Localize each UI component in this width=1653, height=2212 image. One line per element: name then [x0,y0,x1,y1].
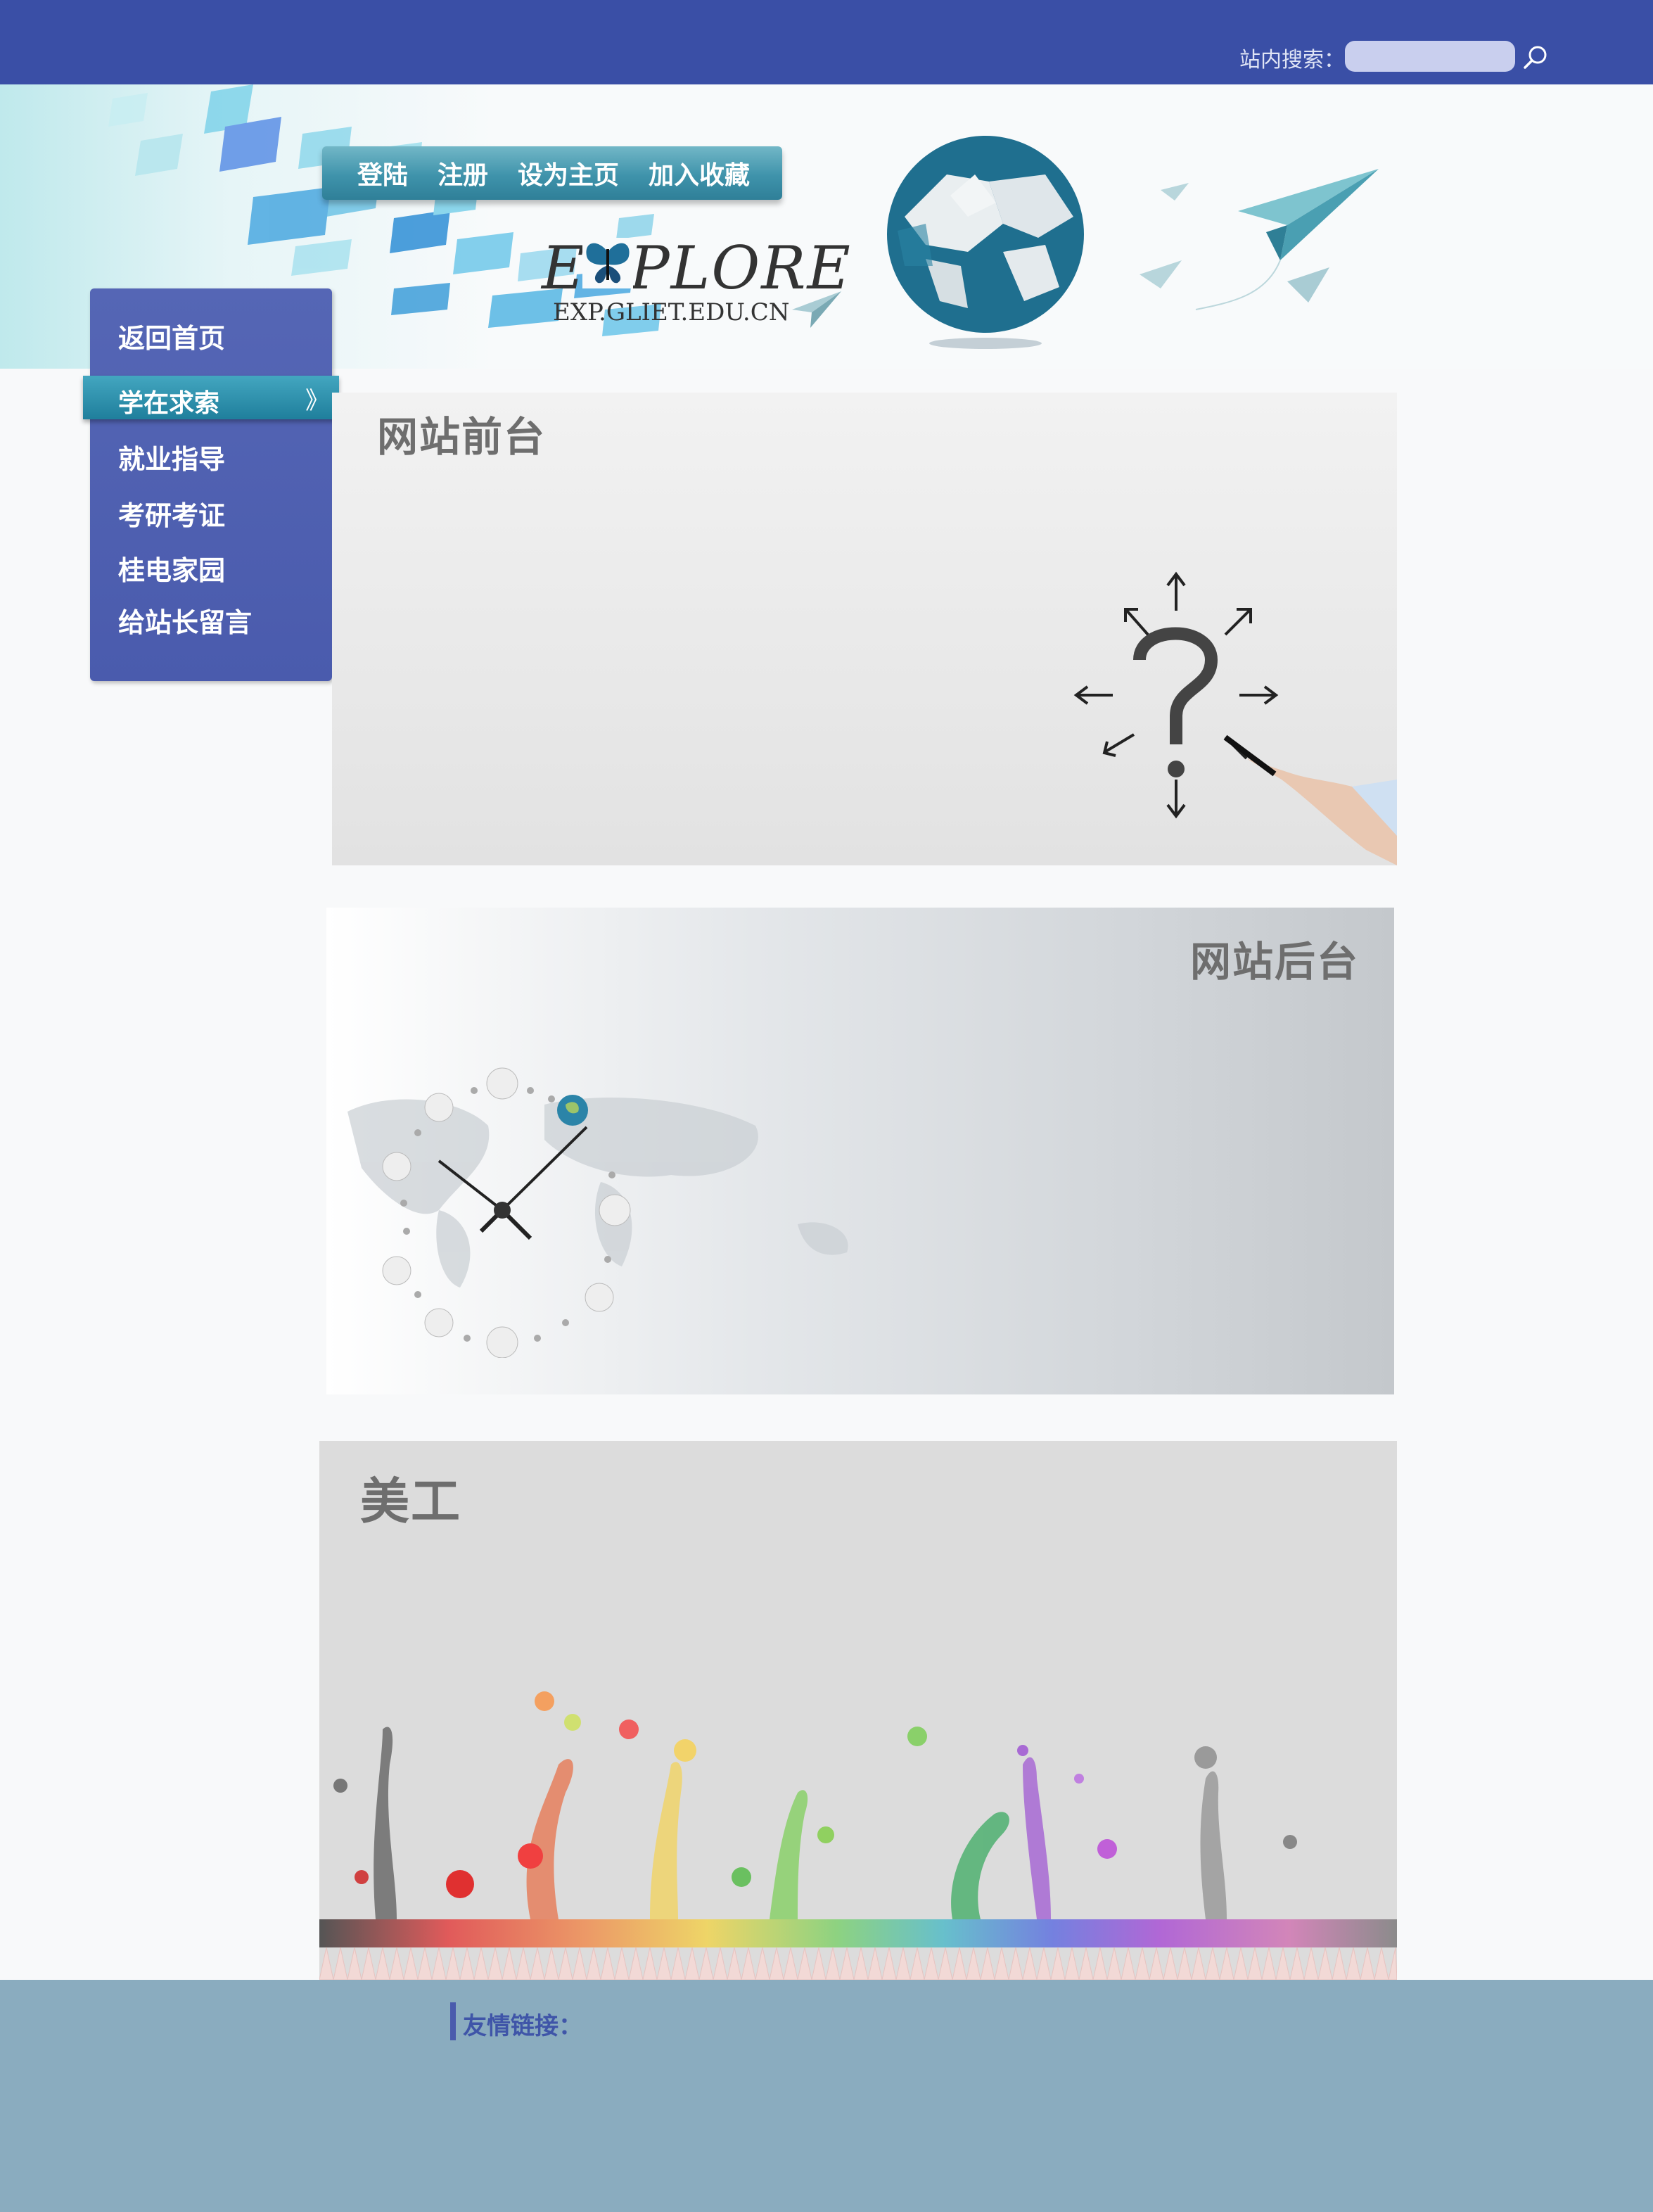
panel-title: 美工 [360,1473,461,1530]
panel-title: 网站前台 [377,413,547,461]
paper-plane-icon [1140,169,1379,310]
panel-backend[interactable]: 网站后台 [326,908,1394,1394]
question-mark-icon [1073,571,1397,865]
search-icon [1524,46,1547,69]
nav-login[interactable]: 登陆 [357,155,408,191]
sidebar-item-study[interactable]: 学在求索 》 [83,376,339,419]
sidebar-item-label: 学在求索 [118,389,220,418]
footer-accent-bar [450,2002,456,2040]
sidebar-item-campus[interactable]: 桂电家园 [118,549,225,587]
clock-icon [382,1067,631,1358]
logo-domain: EXP.GLIET.EDU.CN [553,298,790,326]
globe-icon [887,136,1084,349]
paper-plane-icon [792,291,841,328]
butterfly-icon [582,238,633,288]
search-input[interactable] [1345,41,1515,72]
chevron-right-icon: 》 [305,387,329,415]
nav-add-favorite[interactable]: 加入收藏 [649,155,750,191]
panel-art[interactable]: 美工 [319,1441,1397,1980]
sidebar-item-exams[interactable]: 考研考证 [118,494,225,533]
top-nav: 登陆 注册 设为主页 加入收藏 [322,146,782,200]
sidebar-item-message[interactable]: 给站长留言 [118,601,252,640]
nav-set-homepage[interactable]: 设为主页 [518,155,619,191]
search-label: 站内搜索： [1239,48,1345,72]
search-button[interactable] [1519,42,1550,73]
nav-register[interactable]: 注册 [438,155,488,191]
footer: 友情链接： [0,1980,1653,2212]
top-bar: 站内搜索： [0,0,1653,84]
friendly-links-label: 友情链接： [463,2012,582,2040]
sidebar-item-home[interactable]: 返回首页 [118,317,225,355]
paint-splash-illustration [319,1691,1397,1980]
panel-frontend[interactable]: 网站前台 [332,393,1397,865]
sidebar: 返回首页 就业指导 考研考证 桂电家园 给站长留言 [90,288,332,681]
panel-title: 网站后台 [1190,938,1360,986]
sidebar-item-employment[interactable]: 就业指导 [118,438,225,476]
